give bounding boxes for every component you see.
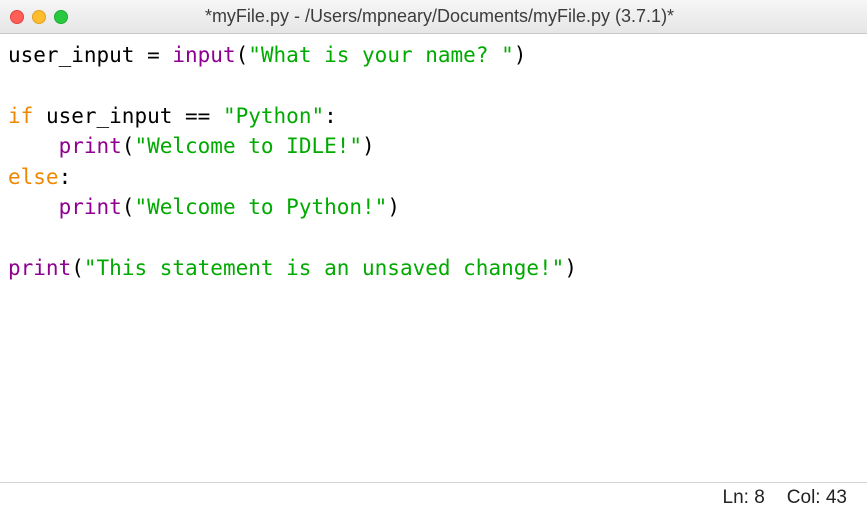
- code-line[interactable]: user_input = input("What is your name? "…: [8, 43, 526, 67]
- code-line[interactable]: else:: [8, 165, 71, 189]
- code-token-string: "Welcome to IDLE!": [134, 134, 362, 158]
- status-column-label: Col:: [787, 487, 826, 508]
- code-token-string: "What is your name? ": [248, 43, 514, 67]
- status-line: Ln: 8: [723, 487, 765, 509]
- code-line[interactable]: print("Welcome to Python!"): [8, 195, 400, 219]
- code-token-colon: :: [59, 165, 72, 189]
- code-token-string: "This statement is an unsaved change!": [84, 256, 564, 280]
- code-token-colon: :: [324, 104, 337, 128]
- code-token-paren: ): [514, 43, 527, 67]
- code-token-paren: ): [564, 256, 577, 280]
- code-token-indent: [8, 134, 59, 158]
- code-token-space: [33, 104, 46, 128]
- status-line-label: Ln:: [723, 487, 755, 508]
- code-token-paren: (: [236, 43, 249, 67]
- code-token-paren: (: [122, 195, 135, 219]
- code-token-builtin: print: [59, 195, 122, 219]
- titlebar[interactable]: *myFile.py - /Users/mpneary/Documents/my…: [0, 0, 867, 34]
- code-token-operator: ==: [172, 104, 223, 128]
- window-title: *myFile.py - /Users/mpneary/Documents/my…: [22, 6, 857, 27]
- code-token-operator: =: [134, 43, 172, 67]
- status-bar: Ln: 8 Col: 43: [0, 483, 867, 513]
- code-token-builtin: input: [172, 43, 235, 67]
- status-line-value: 8: [754, 487, 765, 508]
- code-token-builtin: print: [59, 134, 122, 158]
- code-token-identifier: user_input: [8, 43, 134, 67]
- status-column-value: 43: [826, 487, 847, 508]
- idle-editor-window: *myFile.py - /Users/mpneary/Documents/my…: [0, 0, 867, 513]
- code-line[interactable]: print("Welcome to IDLE!"): [8, 134, 375, 158]
- code-token-string: "Welcome to Python!": [134, 195, 387, 219]
- code-token-string: "Python": [223, 104, 324, 128]
- code-token-keyword: else: [8, 165, 59, 189]
- code-token-paren: (: [71, 256, 84, 280]
- code-token-paren: ): [387, 195, 400, 219]
- code-token-indent: [8, 195, 59, 219]
- code-token-paren: ): [362, 134, 375, 158]
- code-token-paren: (: [122, 134, 135, 158]
- code-line[interactable]: print("This statement is an unsaved chan…: [8, 256, 577, 280]
- status-column: Col: 43: [787, 487, 847, 509]
- code-token-identifier: user_input: [46, 104, 172, 128]
- code-token-builtin: print: [8, 256, 71, 280]
- code-editor[interactable]: user_input = input("What is your name? "…: [0, 34, 867, 483]
- code-token-keyword: if: [8, 104, 33, 128]
- code-line[interactable]: if user_input == "Python":: [8, 104, 337, 128]
